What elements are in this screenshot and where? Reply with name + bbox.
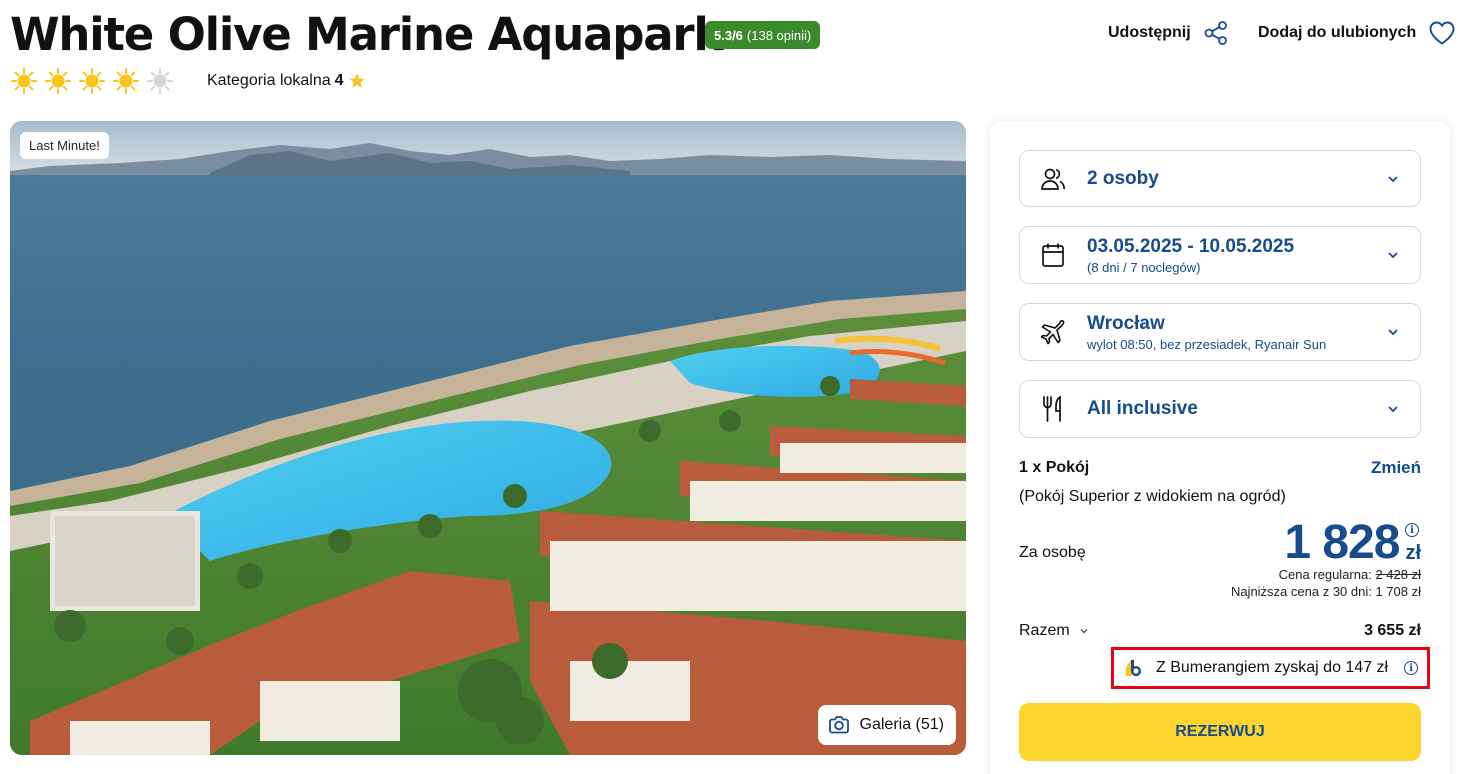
share-button[interactable]: Udostępnij <box>1108 20 1229 46</box>
star-icon <box>349 73 365 88</box>
boomerang-info-icon[interactable]: i <box>1404 661 1419 675</box>
persons-value: 2 osoby <box>1087 167 1159 189</box>
total-toggle[interactable]: Razem <box>1019 622 1090 640</box>
chevron-down-icon <box>1388 252 1398 259</box>
departure-value: Wrocław <box>1087 312 1165 334</box>
hotel-photo[interactable]: Last Minute! Galeria (51) <box>10 121 966 755</box>
total-value: 3 655 zł <box>1364 622 1421 639</box>
rating-badge[interactable]: 5.3/6 (138 opinii) <box>705 21 821 49</box>
boomerang-text: Z Bumerangiem zyskaj do 147 zł <box>1156 659 1389 676</box>
sun-icon <box>113 68 139 94</box>
chevron-down-icon <box>1388 329 1398 336</box>
gallery-label: Galeria (51) <box>859 716 944 733</box>
heart-icon <box>1429 21 1455 45</box>
last-minute-tag: Last Minute! <box>20 132 109 159</box>
dates-select[interactable]: 03.05.2025 - 10.05.2025 (8 dni / 7 nocle… <box>1019 226 1421 284</box>
regular-price-value: 2 428 zł <box>1375 567 1421 582</box>
per-person-label: Za osobę <box>1019 544 1086 561</box>
persons-select[interactable]: 2 osoby <box>1019 150 1421 207</box>
departure-sub: wylot 08:50, bez przesiadek, Ryanair Sun <box>1087 336 1327 352</box>
favorite-label: Dodaj do ulubionych <box>1258 24 1417 41</box>
cutlery-icon <box>1040 395 1066 422</box>
price-per-person: 1 828 zł <box>1284 519 1421 567</box>
chevron-down-icon <box>1388 406 1398 413</box>
rating-reviews: (138 opinii) <box>746 27 812 43</box>
share-icon <box>1204 21 1227 45</box>
room-description: (Pokój Superior z widokiem na ogród) <box>1019 488 1286 505</box>
lowest-price-30-days: Najniższa cena z 30 dni: 1 708 zł <box>1230 584 1421 599</box>
sun-rating <box>10 67 174 95</box>
boomerang-offer[interactable]: Z Bumerangiem zyskaj do 147 zł i <box>1111 647 1430 689</box>
share-label: Udostępnij <box>1108 24 1191 41</box>
dates-value: 03.05.2025 - 10.05.2025 <box>1087 235 1295 257</box>
sun-icon <box>11 68 37 94</box>
reserve-button[interactable]: REZERWUJ <box>1019 703 1421 761</box>
plane-icon <box>1040 319 1066 345</box>
hotel-title: White Olive Marine Aquapark <box>10 8 723 61</box>
booking-panel: 2 osoby 03.05.2025 - 10.05.2025 (8 dni /… <box>990 121 1450 774</box>
gallery-button[interactable]: Galeria (51) <box>817 705 956 745</box>
chevron-down-icon <box>1388 175 1398 182</box>
camera-icon <box>828 716 849 734</box>
persons-icon <box>1040 166 1066 192</box>
total-label: Razem <box>1019 622 1070 639</box>
category-label: Kategoria lokalna <box>207 72 331 89</box>
regular-price: Cena regularna: 2 428 zł <box>1279 567 1421 582</box>
category-value: 4 <box>334 72 344 89</box>
chevron-down-icon <box>1080 629 1088 634</box>
board-value: All inclusive <box>1087 398 1198 419</box>
change-room-link[interactable]: Zmień <box>1371 458 1421 478</box>
local-category: Kategoria lokalna 4 <box>207 72 366 90</box>
room-count: 1 x Pokój <box>1019 459 1090 476</box>
sun-empty-icon <box>147 68 173 94</box>
price-value: 1 828 <box>1284 516 1400 569</box>
departure-select[interactable]: Wrocław wylot 08:50, bez przesiadek, Rya… <box>1019 303 1421 361</box>
calendar-icon <box>1040 242 1066 268</box>
boomerang-logo-icon <box>1125 659 1141 677</box>
dates-sub: (8 dni / 7 noclegów) <box>1087 259 1201 275</box>
rating-score: 5.3/6 <box>714 27 743 43</box>
regular-price-label: Cena regularna: <box>1278 567 1372 582</box>
add-to-favorites-button[interactable]: Dodaj do ulubionych <box>1258 20 1456 46</box>
resort-aerial-photo <box>10 121 966 755</box>
sun-icon <box>45 68 71 94</box>
price-currency: zł <box>1405 542 1421 564</box>
board-select[interactable]: All inclusive <box>1019 380 1421 438</box>
sun-icon <box>79 68 105 94</box>
